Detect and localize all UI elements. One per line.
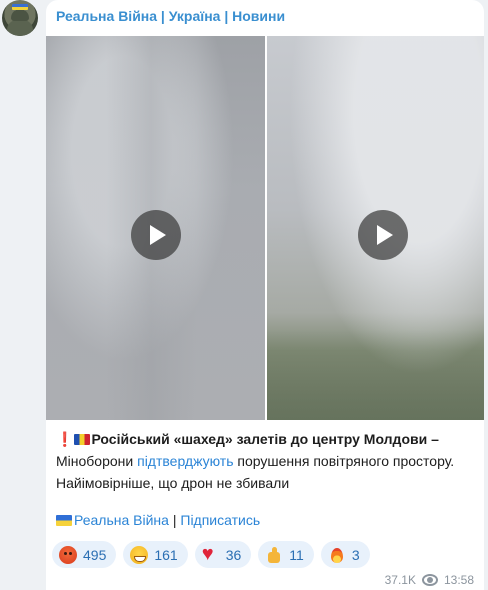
message-meta: 37.1K 13:58 xyxy=(385,573,474,587)
message-bubble: Реальна Війна | Україна | Новини ❗ Російс… xyxy=(46,0,484,590)
thumbs-up-icon xyxy=(265,546,283,564)
ukraine-flag-icon xyxy=(12,4,28,10)
ukraine-flag-icon xyxy=(56,515,72,526)
channel-avatar[interactable] xyxy=(2,0,38,36)
reaction-count: 161 xyxy=(154,546,178,563)
reaction-thumbs-up[interactable]: 11 xyxy=(258,541,314,568)
headline-text: Російський «шахед» залетів до центру Мол… xyxy=(91,431,439,447)
exclamation-icon: ❗ xyxy=(56,431,74,447)
grinning-face-icon xyxy=(130,545,149,564)
reaction-count: 3 xyxy=(351,546,360,563)
angry-face-icon xyxy=(59,545,77,564)
reaction-heart[interactable]: 36 xyxy=(194,541,252,568)
media-album xyxy=(46,36,484,420)
reaction-grin[interactable]: 161 xyxy=(123,541,188,568)
moldova-flag-icon xyxy=(74,434,91,445)
post-text: ❗ Російський «шахед» залетів до центру Мо… xyxy=(56,428,476,494)
message-time: 13:58 xyxy=(443,573,474,587)
body-text: Міноборони xyxy=(56,453,138,469)
post-line-3: Найімовірніше, що дрон не збивали xyxy=(56,475,290,491)
reaction-count: 495 xyxy=(83,546,107,563)
separator: | xyxy=(168,512,181,528)
reactions-bar: 495 161 36 11 3 xyxy=(52,541,370,568)
reaction-count: 11 xyxy=(289,546,304,563)
body-text: порушення повітряного простору. xyxy=(233,453,455,469)
post-footer: Реальна Війна | Підписатись xyxy=(56,512,260,528)
eye-icon xyxy=(421,574,438,586)
reaction-count: 36 xyxy=(225,546,242,563)
fire-icon xyxy=(328,546,346,564)
play-icon[interactable] xyxy=(358,210,408,260)
subscribe-link[interactable]: Підписатись xyxy=(180,512,260,528)
video-thumbnail-1[interactable] xyxy=(46,36,265,420)
post-headline: ❗ Російський «шахед» залетів до центру Мо… xyxy=(56,428,476,450)
heart-icon xyxy=(202,543,220,565)
post-line-2: Міноборони підтверджують порушення повіт… xyxy=(56,450,476,472)
reaction-angry[interactable]: 495 xyxy=(52,541,117,568)
avatar-helmet xyxy=(11,9,29,21)
view-count: 37.1K xyxy=(384,573,416,587)
reaction-fire[interactable]: 3 xyxy=(320,541,370,568)
video-thumbnail-2[interactable] xyxy=(267,36,484,420)
play-icon[interactable] xyxy=(131,210,181,260)
avatar-soldier-body xyxy=(7,20,33,36)
confirm-link[interactable]: підтверджують xyxy=(137,453,233,469)
channel-link[interactable]: Реальна Війна xyxy=(74,512,169,528)
channel-name[interactable]: Реальна Війна | Україна | Новини xyxy=(56,8,285,24)
